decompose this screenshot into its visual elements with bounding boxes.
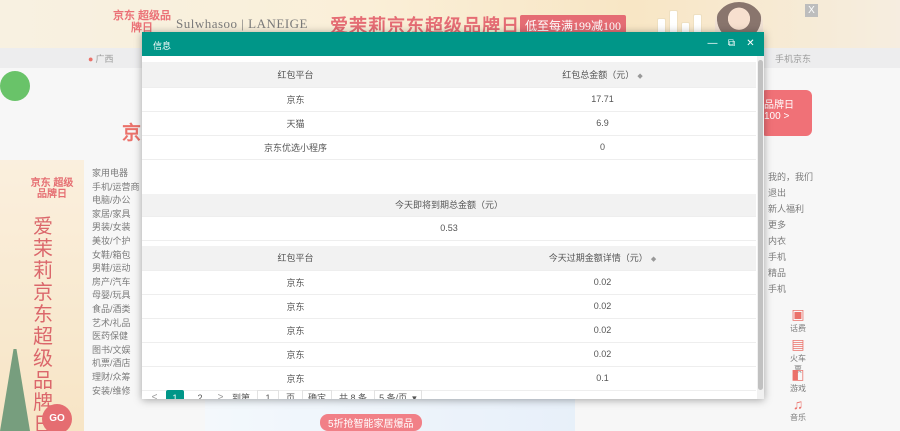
next-page-icon[interactable]: > bbox=[216, 392, 225, 399]
goto-confirm-button[interactable]: 确定 bbox=[302, 389, 333, 399]
table-row: 京东 0.02 bbox=[142, 342, 756, 367]
platform-header: 红包平台 bbox=[142, 62, 449, 88]
platform-cell: 京东 bbox=[142, 366, 449, 391]
total-amount-table: 红包平台 红包总金额（元） ◆ 京东 17.71 天猫 6.9 京东优选小程序 0 bbox=[142, 62, 756, 160]
info-dialog: 信息 — ⧉ ✕ 红包平台 红包总金额（元） ◆ 京东 17.71 天猫 6.9… bbox=[142, 32, 764, 399]
table-row: 天猫 6.9 bbox=[142, 111, 756, 136]
total-count: 共 8 条 bbox=[339, 393, 368, 399]
today-expiring-header: 今天即将到期总金额（元） bbox=[142, 194, 756, 217]
table-row: 京东 0.1 bbox=[142, 366, 756, 391]
platform-cell: 京东 bbox=[142, 270, 449, 295]
total-amount-header[interactable]: 红包总金额（元） ◆ bbox=[449, 62, 756, 88]
table-row: 京东优选小程序 0 bbox=[142, 135, 756, 160]
amount-cell: 0.1 bbox=[449, 366, 756, 391]
page-button-2[interactable]: 2 bbox=[191, 390, 209, 400]
minimize-icon[interactable]: — bbox=[707, 37, 718, 50]
amount-cell: 6.9 bbox=[449, 111, 756, 136]
platform-cell: 京东 bbox=[142, 87, 449, 112]
table-row: 京东 0.02 bbox=[142, 270, 756, 295]
goto-page-input[interactable]: 1 bbox=[257, 389, 280, 399]
platform-cell: 京东 bbox=[142, 318, 449, 343]
table-row: 京东 0.02 bbox=[142, 318, 756, 343]
dialog-scrollbar[interactable] bbox=[757, 56, 764, 399]
table-row: 0.53 bbox=[142, 216, 756, 241]
page-size-select[interactable]: 5 条/页 ▾ bbox=[374, 389, 422, 400]
dialog-body: 红包平台 红包总金额（元） ◆ 京东 17.71 天猫 6.9 京东优选小程序 0 bbox=[142, 56, 764, 399]
dialog-controls: — ⧉ ✕ bbox=[707, 37, 756, 50]
expiring-detail-header[interactable]: 今天过期金额详情（元） ◆ bbox=[449, 246, 756, 271]
today-expiring-total-table: 今天即将到期总金额（元） 0.53 bbox=[142, 194, 756, 241]
table-row: 京东 0.02 bbox=[142, 294, 756, 319]
amount-cell: 0.02 bbox=[449, 270, 756, 295]
platform-cell: 京东 bbox=[142, 294, 449, 319]
maximize-icon[interactable]: ⧉ bbox=[726, 37, 737, 50]
dialog-title: 信息 bbox=[153, 41, 172, 51]
sort-icon[interactable]: ◆ bbox=[651, 256, 656, 263]
goto-label: 到第 bbox=[232, 393, 251, 399]
platform-cell: 京东 bbox=[142, 342, 449, 367]
today-expiring-value: 0.53 bbox=[142, 216, 756, 241]
platform-header: 红包平台 bbox=[142, 246, 449, 271]
prev-page-icon[interactable]: < bbox=[150, 392, 159, 399]
sort-icon[interactable]: ◆ bbox=[637, 73, 642, 80]
platform-cell: 天猫 bbox=[142, 111, 449, 136]
amount-cell: 0.02 bbox=[449, 342, 756, 367]
scrollbar-thumb[interactable] bbox=[758, 60, 763, 390]
page-unit-label: 页 bbox=[286, 393, 296, 399]
platform-cell: 京东优选小程序 bbox=[142, 135, 449, 160]
amount-cell: 17.71 bbox=[449, 87, 756, 112]
close-icon[interactable]: ✕ bbox=[745, 37, 756, 50]
amount-cell: 0.02 bbox=[449, 294, 756, 319]
table-row: 京东 17.71 bbox=[142, 87, 756, 112]
amount-cell: 0 bbox=[449, 135, 756, 160]
page-button-1[interactable]: 1 bbox=[166, 389, 184, 399]
chevron-down-icon: ▾ bbox=[412, 392, 417, 400]
dialog-header[interactable]: 信息 — ⧉ ✕ bbox=[142, 32, 764, 56]
pagination: < 1 2 > 到第 1 页 确定 共 8 条 5 条/页 ▾ bbox=[150, 389, 422, 399]
amount-cell: 0.02 bbox=[449, 318, 756, 343]
expiring-detail-table: 红包平台 今天过期金额详情（元） ◆ 京东 0.02 京东 0.02 京东 0.0… bbox=[142, 246, 756, 391]
